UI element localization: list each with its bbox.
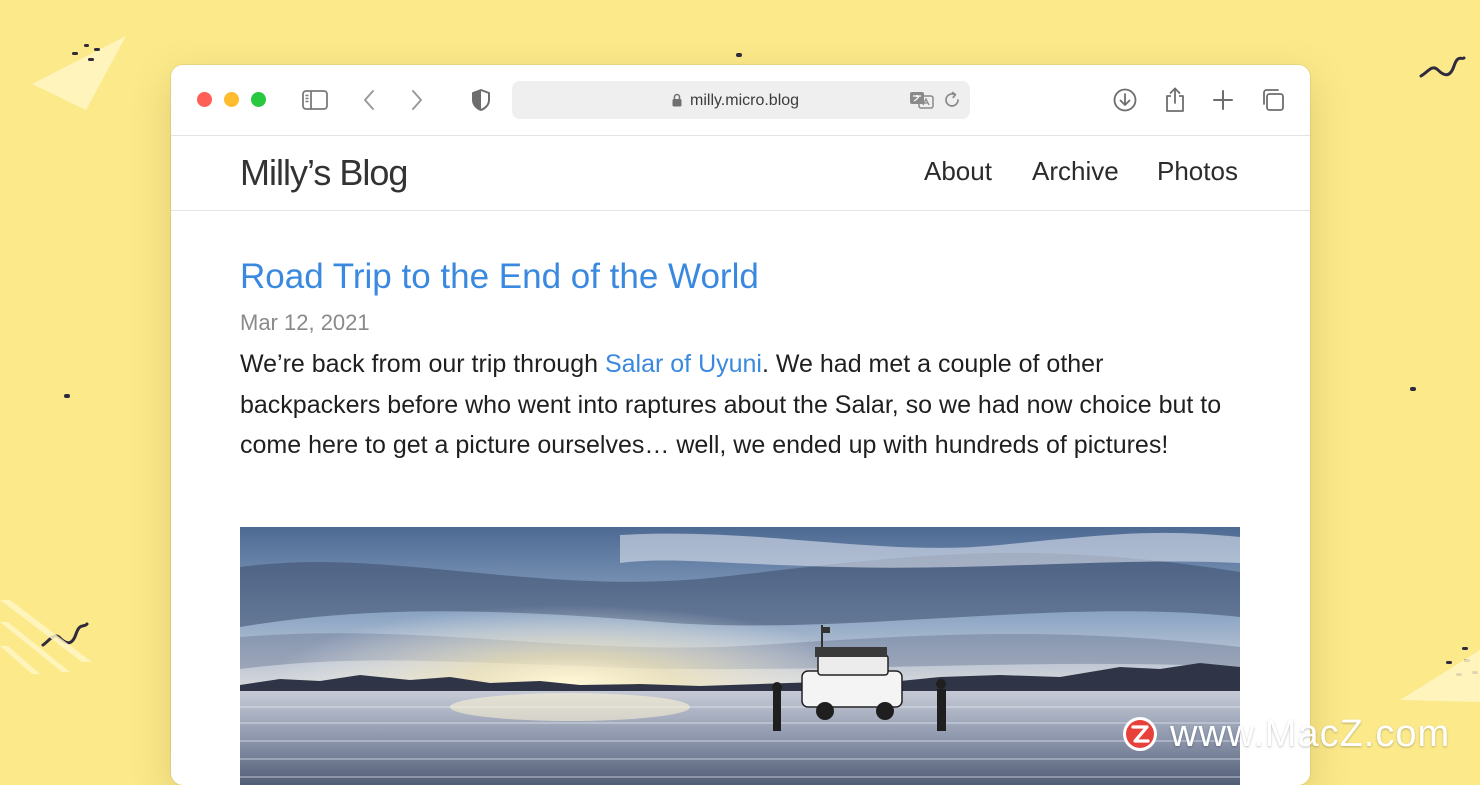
forward-icon[interactable]: [403, 86, 431, 114]
browser-window: milly.micro.blog Milly’s Blog About Arch…: [171, 65, 1310, 785]
address-bar[interactable]: milly.micro.blog: [512, 81, 970, 119]
share-icon[interactable]: [1161, 86, 1189, 114]
translate-icon[interactable]: [909, 90, 935, 110]
post-title-link[interactable]: Road Trip to the End of the World: [240, 256, 759, 298]
lock-icon: [672, 93, 682, 107]
post-body: We’re back from our trip through Salar o…: [240, 344, 1250, 466]
post-body-text: We’re back from our trip through: [240, 350, 605, 378]
watermark-text: www.MacZ.com: [1170, 713, 1451, 755]
close-window-button[interactable]: [197, 92, 212, 107]
tab-overview-icon[interactable]: [1259, 86, 1287, 114]
browser-toolbar: milly.micro.blog: [171, 65, 1310, 136]
nav-link-photos[interactable]: Photos: [1157, 156, 1238, 186]
nav-link-archive[interactable]: Archive: [1032, 156, 1119, 186]
address-text: milly.micro.blog: [690, 92, 800, 109]
decorative-dash: [64, 394, 70, 398]
decorative-dash: [1410, 387, 1416, 391]
nav-link-about[interactable]: About: [924, 156, 992, 186]
minimize-window-button[interactable]: [224, 92, 239, 107]
salar-of-uyuni-link[interactable]: Salar of Uyuni: [605, 350, 762, 378]
macz-logo-icon: [1123, 717, 1157, 751]
sidebar-icon[interactable]: [301, 86, 329, 114]
download-icon[interactable]: [1111, 86, 1139, 114]
decorative-dash: [736, 53, 742, 57]
blog-title[interactable]: Milly’s Blog: [240, 153, 408, 193]
blog-header: Milly’s Blog About Archive Photos: [171, 136, 1310, 211]
post-photo: [240, 527, 1240, 785]
decorative-stripes: [0, 600, 92, 674]
decorative-squiggle: [1419, 56, 1466, 78]
zoom-window-button[interactable]: [251, 92, 266, 107]
back-icon[interactable]: [355, 86, 383, 114]
new-tab-icon[interactable]: [1209, 86, 1237, 114]
decorative-triangle: [1400, 650, 1480, 702]
post-date[interactable]: Mar 12, 2021: [240, 310, 370, 336]
reload-icon[interactable]: [943, 91, 961, 109]
privacy-shield-icon[interactable]: [467, 86, 495, 114]
decorative-dots: [72, 44, 100, 61]
